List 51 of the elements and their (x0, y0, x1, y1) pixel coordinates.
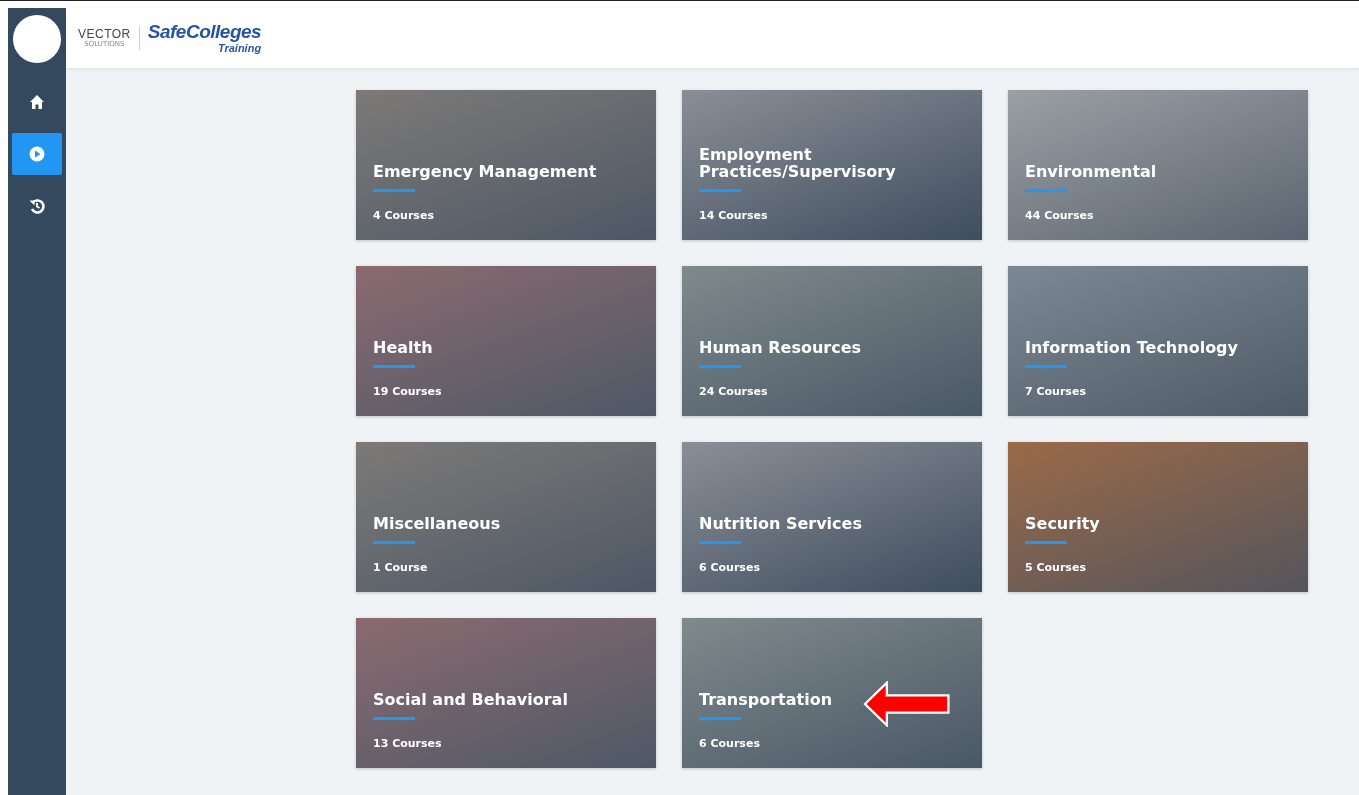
category-card[interactable]: Miscellaneous 1 Course (356, 442, 656, 592)
title-underline (699, 365, 741, 368)
category-card[interactable]: Employment Practices/Supervisory 14 Courses (682, 90, 982, 240)
card-title: Information Technology (1025, 337, 1239, 356)
category-card[interactable]: Information Technology 7 Courses (1008, 266, 1308, 416)
category-card[interactable]: Emergency Management 4 Courses (356, 90, 656, 240)
title-underline (1025, 541, 1067, 544)
card-title: Environmental (1025, 161, 1158, 180)
course-count: 6 Courses (699, 738, 761, 750)
card-title: Emergency Management (373, 161, 598, 180)
brand-subtitle: Training (217, 42, 262, 54)
course-count: 13 Courses (373, 738, 443, 750)
course-count: 19 Courses (373, 386, 443, 398)
course-count: 14 Courses (699, 210, 769, 222)
card-title: Security (1025, 513, 1101, 532)
brand-name: SafeColleges (147, 22, 262, 42)
category-card[interactable]: Security 5 Courses (1008, 442, 1308, 592)
course-count: 24 Courses (699, 386, 769, 398)
course-count: 4 Courses (373, 210, 435, 222)
card-title: Human Resources (699, 337, 863, 356)
title-underline (699, 541, 741, 544)
logo-text: VECTOR (78, 28, 131, 40)
course-count: 5 Courses (1025, 562, 1087, 574)
card-title: Miscellaneous (373, 513, 502, 532)
category-card[interactable]: Transportation 6 Courses (682, 618, 982, 768)
home-icon (29, 94, 45, 110)
card-title: Employment Practices/Supervisory (699, 146, 897, 180)
play-icon (29, 146, 45, 162)
title-underline (373, 365, 415, 368)
title-underline (373, 189, 415, 192)
card-title: Health (373, 337, 434, 356)
title-underline (373, 541, 415, 544)
category-card[interactable]: Health 19 Courses (356, 266, 656, 416)
card-title: Nutrition Services (699, 513, 863, 532)
course-count: 44 Courses (1025, 210, 1095, 222)
category-card[interactable]: Social and Behavioral 13 Courses (356, 618, 656, 768)
title-underline (1025, 365, 1067, 368)
history-icon (29, 198, 45, 214)
category-card[interactable]: Human Resources 24 Courses (682, 266, 982, 416)
course-count: 1 Course (373, 562, 429, 574)
card-title: Transportation (699, 689, 834, 708)
title-underline (699, 717, 741, 720)
avatar-circle[interactable] (13, 15, 61, 63)
category-card[interactable]: Nutrition Services 6 Courses (682, 442, 982, 592)
course-count: 6 Courses (699, 562, 761, 574)
title-underline (373, 717, 415, 720)
title-underline (699, 189, 741, 192)
card-title: Social and Behavioral (373, 689, 569, 708)
title-underline (1025, 189, 1067, 192)
course-count: 7 Courses (1025, 386, 1087, 398)
category-card[interactable]: Environmental 44 Courses (1008, 90, 1308, 240)
